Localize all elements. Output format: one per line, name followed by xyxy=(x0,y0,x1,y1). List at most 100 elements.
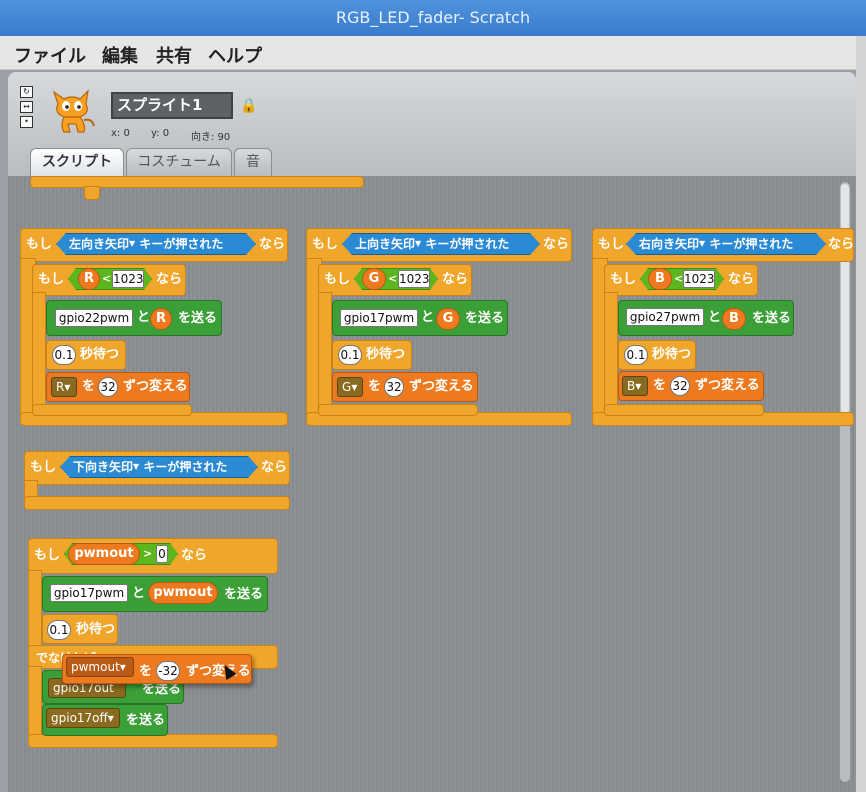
then-label: なら xyxy=(442,272,469,287)
inner-if-right-arm[interactable] xyxy=(604,292,618,412)
if-else-block-pwm-arm-top[interactable] xyxy=(28,570,42,650)
step-input[interactable]: 32 xyxy=(384,377,404,397)
if-block-down-foot[interactable] xyxy=(24,496,290,510)
limit-input[interactable]: 1023 xyxy=(398,270,430,288)
if-else-block-pwm-arm-bottom[interactable] xyxy=(28,666,42,738)
key-pressed-up[interactable]: 上向き矢印▼ キーが押された xyxy=(342,233,540,255)
variable-reporter[interactable]: G xyxy=(436,308,460,330)
wait-label: 秒待つ xyxy=(80,347,120,362)
if-label: もし xyxy=(598,237,625,252)
inner-if-left-foot[interactable] xyxy=(32,404,192,416)
wait-input[interactable]: 0.1 xyxy=(338,345,362,365)
lt-symbol: < xyxy=(674,272,684,285)
wait-label: 秒待つ xyxy=(76,622,116,637)
send-label: を送る xyxy=(465,311,505,326)
key-name[interactable]: 上向き矢印 xyxy=(355,237,415,251)
wait-input[interactable]: 0.1 xyxy=(47,620,71,640)
tab-costumes[interactable]: コスチューム xyxy=(126,148,232,176)
send-label: を送る xyxy=(224,587,264,602)
limit-input[interactable]: 1023 xyxy=(112,270,144,288)
step-input[interactable]: -32 xyxy=(156,661,180,681)
var-name[interactable]: pwmout xyxy=(71,660,120,674)
key-name[interactable]: 左向き矢印 xyxy=(69,237,129,251)
key-pressed-label: キーが押された xyxy=(143,460,228,474)
if-label: もし xyxy=(26,237,53,252)
var-dropdown[interactable]: R▾ xyxy=(51,377,77,397)
step-input[interactable]: 32 xyxy=(98,377,118,397)
key-name[interactable]: 下向き矢印 xyxy=(73,460,133,474)
and-label: と xyxy=(132,586,146,601)
gpio-input[interactable]: gpio22pwm xyxy=(55,309,133,327)
change-by-label: ずつ変える xyxy=(123,379,188,394)
variable-reporter[interactable]: G xyxy=(362,268,386,290)
key-pressed-down[interactable]: 下向き矢印▼ キーが押された xyxy=(60,456,258,478)
sprite-name-input[interactable]: スプライト1 xyxy=(111,92,233,119)
if-label: もし xyxy=(38,272,65,287)
off-dropdown[interactable]: gpio17off▾ xyxy=(46,708,120,728)
inner-if-up-foot[interactable] xyxy=(318,404,478,416)
menu-help[interactable]: ヘルプ xyxy=(208,42,262,68)
no-rotate-button[interactable]: • xyxy=(20,116,33,128)
vertical-scroll-thumb[interactable] xyxy=(841,184,849,414)
left-right-only-button[interactable]: ↔ xyxy=(20,101,33,113)
wo-label: を xyxy=(139,664,153,679)
inner-if-up-arm[interactable] xyxy=(318,292,332,412)
var-dropdown[interactable]: G▾ xyxy=(337,377,363,397)
variable-reporter[interactable]: pwmout xyxy=(68,543,140,565)
off-value[interactable]: gpio17off xyxy=(51,711,108,725)
wait-label: 秒待つ xyxy=(652,347,692,362)
script-block-top[interactable] xyxy=(30,176,364,188)
then-label: なら xyxy=(259,237,286,252)
tab-sounds[interactable]: 音 xyxy=(234,148,272,176)
if-label: もし xyxy=(34,548,61,563)
key-pressed-right[interactable]: 右向き矢印▼ キーが押された xyxy=(626,233,826,255)
wait-input[interactable]: 0.1 xyxy=(52,345,76,365)
var-dropdown[interactable]: B▾ xyxy=(622,376,648,396)
then-label: なら xyxy=(728,272,755,287)
menu-file[interactable]: ファイル xyxy=(14,42,86,68)
inner-if-left-arm[interactable] xyxy=(32,292,46,412)
and-label: と xyxy=(708,310,722,325)
menu-bar: ファイル 編集 共有 ヘルプ xyxy=(0,36,866,70)
variable-reporter[interactable]: pwmout xyxy=(148,582,218,604)
lt-symbol: < xyxy=(388,272,398,285)
key-pressed-label: キーが押された xyxy=(709,237,794,251)
key-pressed-left[interactable]: 左向き矢印▼ キーが押された xyxy=(56,233,256,255)
key-pressed-label: キーが押された xyxy=(425,237,510,251)
sprite-x: x: 0 xyxy=(111,128,130,139)
wo-label: を xyxy=(82,379,96,394)
rotate-all-around-button[interactable]: ↻ xyxy=(20,86,33,98)
threshold-input[interactable]: 0 xyxy=(156,545,168,563)
var-dropdown[interactable]: pwmout▾ xyxy=(66,657,134,677)
limit-input[interactable]: 1023 xyxy=(683,270,715,288)
send-label: を送る xyxy=(752,311,792,326)
inner-if-right-foot[interactable] xyxy=(604,404,764,416)
tab-scripts[interactable]: スクリプト xyxy=(30,148,124,176)
menu-share[interactable]: 共有 xyxy=(156,42,192,68)
if-label: もし xyxy=(312,237,339,252)
variable-reporter[interactable]: R xyxy=(78,268,100,290)
script-block-top-end[interactable] xyxy=(84,186,100,200)
sprite-y: y: 0 xyxy=(151,128,170,139)
if-else-block-pwm-foot[interactable] xyxy=(28,734,278,748)
gpio-input[interactable]: gpio17pwm xyxy=(50,584,128,602)
and-label: と xyxy=(421,310,435,325)
var-name[interactable]: G xyxy=(342,380,351,394)
var-name[interactable]: R xyxy=(56,380,64,394)
gpio-input[interactable]: gpio17pwm xyxy=(340,309,418,327)
send-label: を送る xyxy=(126,713,166,728)
sprite-cat-icon xyxy=(52,89,95,133)
then-label: なら xyxy=(156,272,183,287)
step-input[interactable]: 32 xyxy=(670,376,690,396)
key-name[interactable]: 右向き矢印 xyxy=(639,237,699,251)
var-name[interactable]: B xyxy=(627,379,635,393)
variable-reporter[interactable]: B xyxy=(722,308,746,330)
menu-edit[interactable]: 編集 xyxy=(102,42,138,68)
and-label: と xyxy=(137,310,151,325)
gpio-input[interactable]: gpio27pwm xyxy=(626,308,704,326)
right-edge-pane xyxy=(856,36,866,792)
wait-input[interactable]: 0.1 xyxy=(624,345,648,365)
variable-reporter[interactable]: R xyxy=(150,308,172,330)
variable-reporter[interactable]: B xyxy=(648,268,672,290)
lock-icon[interactable]: 🔒 xyxy=(240,98,257,114)
